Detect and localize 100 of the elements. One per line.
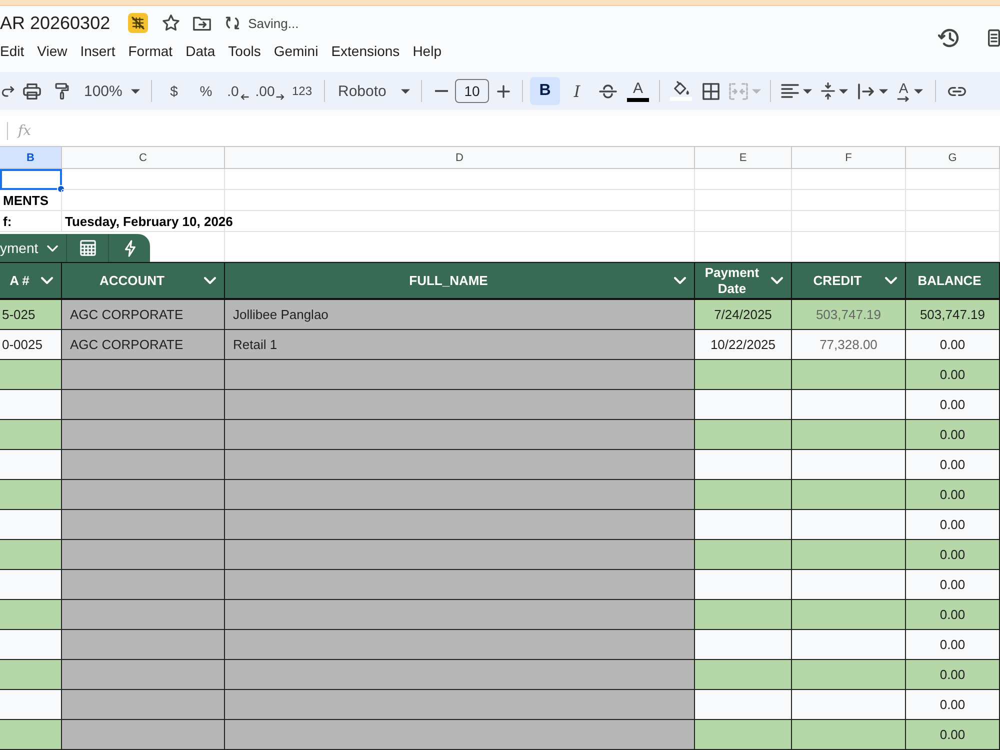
column-header[interactable]: G [906, 147, 1000, 169]
document-lines-icon[interactable] [988, 29, 1000, 47]
menu-item[interactable]: Format [128, 42, 173, 60]
column-header[interactable]: D [225, 147, 695, 169]
table-cell: 77,328.00 [792, 330, 906, 360]
link-icon [947, 86, 967, 96]
plus-icon [496, 84, 510, 98]
document-title[interactable]: AR 20260302 [0, 11, 110, 35]
font-dropdown[interactable]: Roboto [332, 77, 414, 105]
table-cell: 5-025 [0, 300, 62, 330]
table-cell: AGC CORPORATE [62, 330, 225, 360]
number-format-button[interactable]: 123 [287, 77, 317, 105]
table-cell: 0.00 [906, 480, 1000, 510]
table-cell: Jollibee Panglao [225, 300, 695, 330]
vertical-align-icon [820, 82, 834, 100]
table-cell: 0.00 [906, 360, 1000, 390]
table-cell [0, 540, 62, 570]
percent-button[interactable]: % [191, 77, 221, 105]
menu-item[interactable]: Tools [228, 42, 261, 60]
caret-icon [878, 88, 888, 94]
chevron-down-icon[interactable] [885, 277, 897, 284]
currency-button[interactable]: $ [159, 77, 189, 105]
increase-decimal-button[interactable]: .00 [255, 77, 285, 105]
table-cell [0, 510, 62, 540]
menu-item[interactable]: Gemini [274, 42, 318, 60]
menu-item[interactable]: Insert [80, 42, 116, 60]
cell-text: Tuesday, February 10, 2026 [65, 214, 233, 228]
column-header[interactable]: B [0, 147, 62, 169]
calculator-icon [80, 240, 96, 256]
cell-text: MENTS [3, 192, 48, 208]
chevron-down-icon[interactable] [771, 277, 783, 284]
wrap-arrow-icon [856, 82, 874, 100]
menu-item[interactable]: Help [412, 42, 442, 60]
paint-roller-icon [53, 82, 71, 100]
table-cell: 0.00 [906, 690, 1000, 720]
table-cell [0, 570, 62, 600]
menu-item[interactable]: Extensions [331, 42, 400, 60]
grid-slash-icon[interactable] [128, 13, 148, 33]
table-cell: 0.00 [906, 390, 1000, 420]
formula-label: fx [18, 123, 32, 139]
text-rotation-dropdown[interactable]: A [892, 77, 928, 105]
minus-icon [434, 90, 448, 92]
table-cell: 503,747.19 [906, 300, 1000, 330]
table-cell: 0.00 [906, 570, 1000, 600]
table-cell [0, 360, 62, 390]
table-cell [0, 720, 62, 750]
table-cell: 503,747.19 [792, 300, 906, 330]
selected-cell[interactable] [0, 169, 62, 190]
table-cell [0, 420, 62, 450]
caret-icon [401, 88, 410, 94]
color-swatch-icon [627, 98, 649, 102]
cell-text: f: [3, 214, 12, 228]
print-icon [23, 82, 41, 100]
table-cell [0, 600, 62, 630]
borders-icon [702, 82, 720, 100]
table-cell [0, 630, 62, 660]
table-cell: 0.00 [906, 420, 1000, 450]
column-header[interactable]: C [62, 147, 225, 169]
italic-button[interactable]: I [562, 77, 592, 105]
table-cell [0, 660, 62, 690]
history-icon[interactable] [938, 28, 960, 48]
caret-icon [752, 88, 761, 94]
menu-item[interactable]: View [37, 42, 68, 60]
caret-icon [914, 88, 923, 94]
table-cell: 0-0025 [0, 330, 62, 360]
chevron-down-icon[interactable] [41, 277, 53, 284]
column-title: CREDIT [812, 272, 863, 288]
merge-icon [729, 82, 748, 100]
column-header[interactable]: F [792, 147, 906, 169]
table-cell: AGC CORPORATE [62, 300, 225, 330]
bold-button[interactable]: B [530, 77, 560, 105]
save-status: Saving... [248, 16, 299, 30]
zoom-dropdown[interactable]: 100% [78, 77, 144, 105]
table-cell: 0.00 [906, 630, 1000, 660]
table-cell: 0.00 [906, 660, 1000, 690]
decrease-decimal-button[interactable]: .0 [223, 77, 253, 105]
right-arrow-icon [897, 96, 910, 102]
table-cell: Retail 1 [225, 330, 695, 360]
table-name-button[interactable]: yment [0, 234, 66, 262]
table-cell [0, 390, 62, 420]
caret-icon [131, 88, 140, 94]
folder-arrow-icon[interactable] [193, 16, 212, 30]
column-title: Payment Date [704, 264, 760, 296]
chevron-down-icon[interactable] [204, 277, 216, 284]
text-color-button[interactable]: A [624, 77, 652, 105]
menu-item[interactable]: Edit [0, 42, 24, 60]
table-cell [0, 480, 62, 510]
table-cell: 0.00 [906, 540, 1000, 570]
strikethrough-icon [599, 82, 617, 100]
right-arrow-icon [276, 94, 285, 100]
caret-icon [802, 88, 812, 94]
column-header[interactable]: E [695, 147, 792, 169]
star-icon[interactable] [162, 14, 180, 32]
column-title: FULL_NAME [408, 272, 489, 288]
chevron-down-icon[interactable] [674, 277, 686, 284]
fill-handle[interactable] [57, 185, 65, 193]
font-size-field[interactable]: 10 [455, 79, 489, 103]
table-cell [0, 690, 62, 720]
table-cell: 10/22/2025 [695, 330, 792, 360]
menu-item[interactable]: Data [186, 42, 216, 60]
